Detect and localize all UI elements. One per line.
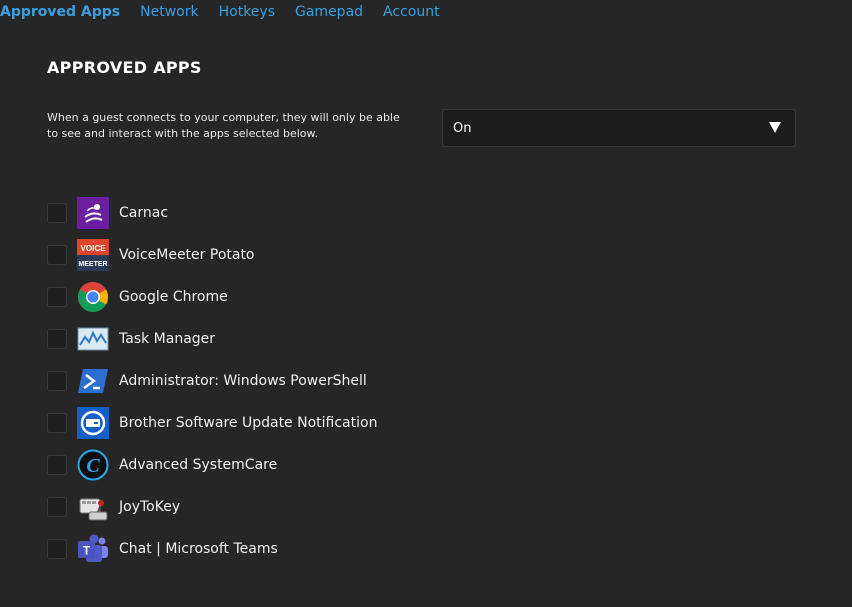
svg-text:MEETER: MEETER	[78, 261, 107, 268]
voicemeeter-icon: VOICE MEETER	[77, 239, 109, 271]
carnac-icon	[77, 197, 109, 229]
app-checkbox-powershell[interactable]	[47, 371, 67, 391]
list-item: Administrator: Windows PowerShell	[47, 360, 377, 402]
app-name: Task Manager	[119, 331, 216, 347]
app-checkbox-teams[interactable]	[47, 539, 67, 559]
approved-apps-list: Carnac VOICE MEETER VoiceMeeter Potato G…	[47, 192, 377, 570]
app-checkbox-voicemeeter[interactable]	[47, 245, 67, 265]
systemcare-icon: C	[77, 449, 109, 481]
list-item: Task Manager	[47, 318, 377, 360]
app-name: Carnac	[119, 205, 169, 221]
section-description: When a guest connects to your computer, …	[47, 111, 400, 140]
svg-text:C: C	[86, 455, 100, 477]
app-checkbox-systemcare[interactable]	[47, 455, 67, 475]
brother-icon	[77, 407, 109, 439]
tab-account[interactable]: Account	[383, 4, 440, 20]
app-name: Administrator: Windows PowerShell	[119, 373, 367, 389]
app-checkbox-task-manager[interactable]	[47, 329, 67, 349]
app-name: Chat | Microsoft Teams	[119, 541, 278, 557]
teams-icon: T	[78, 534, 108, 562]
app-checkbox-carnac[interactable]	[47, 203, 67, 223]
app-checkbox-brother[interactable]	[47, 413, 67, 433]
list-item: Google Chrome	[47, 276, 377, 318]
app-checkbox-joytokey[interactable]	[47, 497, 67, 517]
powershell-icon	[78, 369, 108, 393]
tab-gamepad[interactable]: Gamepad	[295, 4, 363, 20]
app-checkbox-chrome[interactable]	[47, 287, 67, 307]
approved-apps-mode-select[interactable]: On	[442, 109, 796, 147]
tab-hotkeys[interactable]: Hotkeys	[219, 4, 275, 20]
app-name: Advanced SystemCare	[119, 457, 278, 473]
list-item: JoyToKey	[47, 486, 377, 528]
list-item: VOICE MEETER VoiceMeeter Potato	[47, 234, 377, 276]
section-title: APPROVED APPS	[47, 58, 202, 77]
joytokey-icon	[79, 498, 108, 521]
task-manager-icon	[77, 327, 109, 351]
app-name: Brother Software Update Notification	[119, 415, 378, 431]
list-item: C Advanced SystemCare	[47, 444, 377, 486]
app-name: JoyToKey	[119, 499, 181, 515]
svg-text:T: T	[83, 544, 91, 558]
tab-network[interactable]: Network	[140, 4, 198, 20]
chrome-icon	[77, 282, 109, 313]
tab-approved-apps[interactable]: Approved Apps	[0, 4, 120, 20]
app-name: Google Chrome	[119, 289, 228, 305]
svg-text:VOICE: VOICE	[81, 244, 107, 253]
app-name: VoiceMeeter Potato	[119, 247, 255, 263]
select-value: On	[453, 120, 472, 136]
dropdown-arrow-icon	[769, 122, 781, 133]
list-item: T Chat | Microsoft Teams	[47, 528, 377, 570]
list-item: Carnac	[47, 192, 377, 234]
settings-tabs: Approved Apps Network Hotkeys Gamepad Ac…	[0, 0, 460, 24]
list-item: Brother Software Update Notification	[47, 402, 377, 444]
